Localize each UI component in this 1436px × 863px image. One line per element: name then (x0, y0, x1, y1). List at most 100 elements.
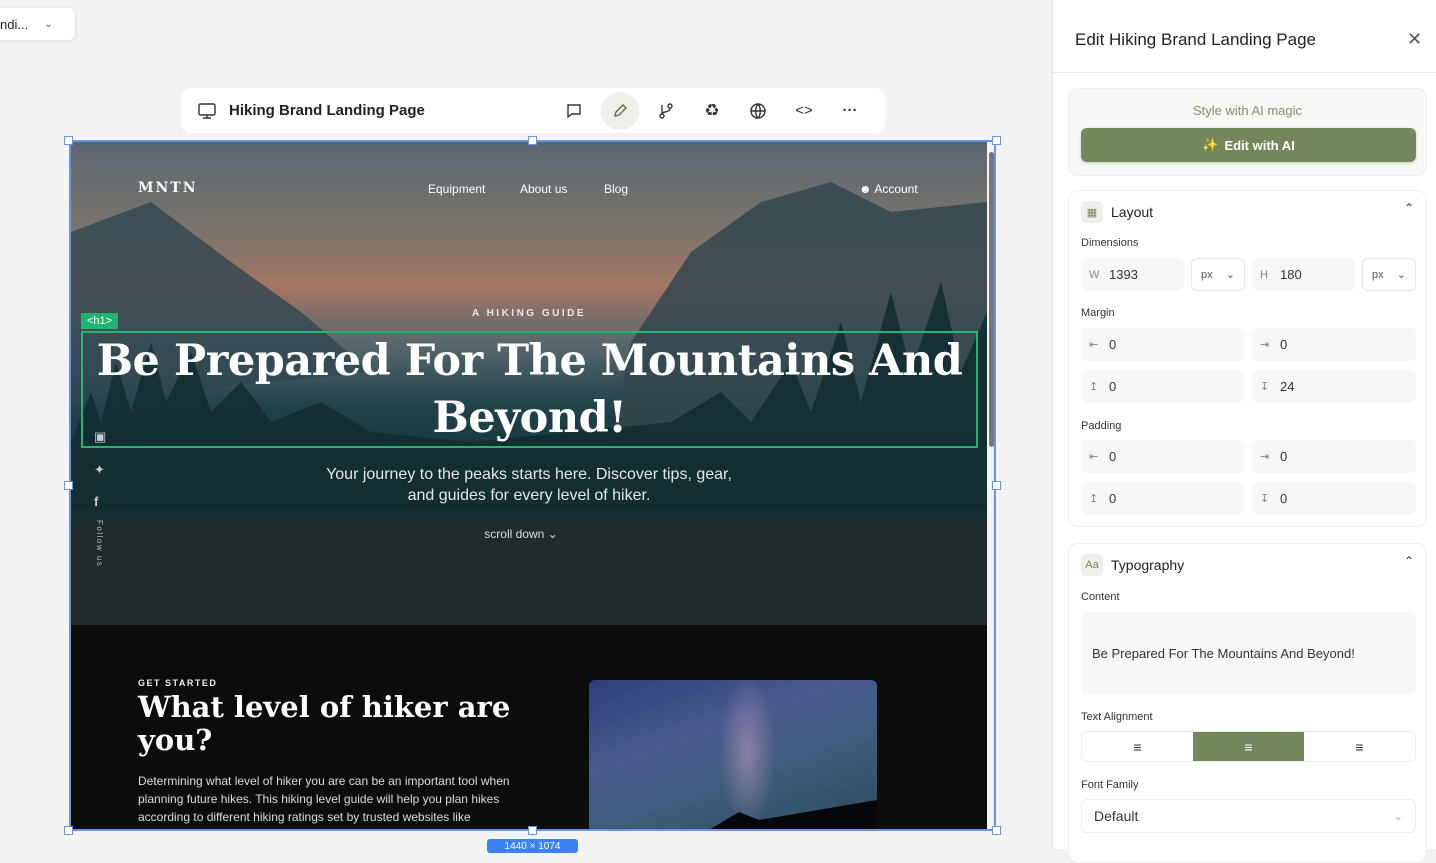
margin-label: Margin (1081, 307, 1115, 319)
page-selector[interactable]: ndi... ⌄ (0, 8, 75, 40)
resize-handle[interactable] (992, 826, 1001, 835)
height-unit: px (1372, 268, 1384, 281)
comment-button[interactable] (555, 92, 593, 130)
margin-left-icon: ⇤ (1089, 339, 1099, 351)
selected-h1-outline[interactable]: Be Prepared For The Mountains And Beyond… (81, 331, 978, 448)
editor-toolbar: Hiking Brand Landing Page ♻ <> ··· (181, 88, 885, 133)
nav-blog[interactable]: Blog (604, 182, 628, 196)
align-right-icon: ≡ (1355, 738, 1364, 755)
margin-bottom-value: 24 (1280, 379, 1295, 394)
layout-title: Layout (1111, 204, 1154, 220)
more-button[interactable]: ··· (831, 92, 869, 130)
margin-right-icon: ⇥ (1260, 339, 1270, 351)
margin-left-value: 0 (1109, 337, 1117, 352)
edit-panel: Edit Hiking Brand Landing Page ✕ Style w… (1052, 0, 1436, 863)
resize-handle[interactable] (992, 136, 1001, 145)
padding-bottom-icon: ↧ (1260, 493, 1270, 505)
align-center-icon: ≡ (1244, 738, 1253, 755)
padding-right-input[interactable]: ⇥ 0 (1252, 440, 1416, 473)
dimensions-label: Dimensions (1081, 237, 1139, 249)
panel-title: Edit Hiking Brand Landing Page (1075, 30, 1316, 49)
hero-subtitle: Your journey to the peaks starts here. D… (326, 466, 732, 504)
align-center-button[interactable]: ≡ (1193, 732, 1304, 761)
font-family-value: Default (1094, 808, 1139, 824)
element-type-tag: <h1> (81, 313, 119, 329)
divider (1053, 72, 1436, 73)
resize-handle[interactable] (64, 481, 73, 490)
chevron-down-icon: ⌄ (1396, 269, 1406, 281)
width-prefix: W (1089, 268, 1100, 281)
margin-bottom-input[interactable]: ↧ 24 (1252, 370, 1416, 403)
padding-top-value: 0 (1109, 491, 1117, 506)
padding-label: Padding (1081, 420, 1122, 432)
scroll-down-label: scroll down (484, 527, 545, 541)
align-left-icon: ≡ (1133, 738, 1142, 755)
text-alignment-label: Text Alignment (1081, 711, 1153, 723)
nav-equipment[interactable]: Equipment (428, 182, 485, 196)
margin-top-input[interactable]: ↥ 0 (1081, 370, 1244, 403)
code-button[interactable]: <> (785, 92, 823, 130)
recycle-button[interactable]: ♻ (693, 92, 731, 130)
ai-style-card: Style with AI magic ✨ Edit with AI (1068, 88, 1427, 176)
resize-handle[interactable] (528, 136, 537, 145)
padding-left-icon: ⇤ (1089, 451, 1099, 463)
chevron-up-icon[interactable]: ⌃ (1404, 554, 1414, 568)
padding-bottom-value: 0 (1280, 491, 1288, 506)
align-right-button[interactable]: ≡ (1304, 732, 1415, 761)
milky-way-image (589, 680, 877, 829)
height-prefix: H (1260, 268, 1268, 281)
padding-top-icon: ↥ (1089, 493, 1099, 505)
padding-bottom-input[interactable]: ↧ 0 (1252, 482, 1416, 515)
canvas-size-badge: 1440 × 1074 (487, 839, 578, 853)
page-canvas[interactable]: MNTN Equipment About us Blog ☻ Account A… (69, 140, 996, 831)
padding-left-input[interactable]: ⇤ 0 (1081, 440, 1244, 473)
width-input[interactable]: W 1393 (1081, 258, 1184, 291)
hero-headline[interactable]: Be Prepared For The Mountains And Beyond… (83, 333, 976, 447)
scroll-down-link[interactable]: scroll down ⌄ (71, 527, 971, 541)
ai-style-label: Style with AI magic (1192, 103, 1303, 118)
font-family-label: Font Family (1081, 779, 1139, 791)
font-family-select[interactable]: Default ⌄ (1081, 799, 1416, 833)
section-kicker: GET STARTED (138, 678, 218, 688)
close-icon[interactable]: ✕ (1407, 29, 1422, 50)
edit-with-ai-button[interactable]: ✨ Edit with AI (1081, 128, 1416, 162)
chevron-down-icon: ⌄ (44, 18, 53, 30)
publish-button[interactable] (739, 92, 777, 130)
content-textarea[interactable]: Be Prepared For The Mountains And Beyond… (1081, 612, 1416, 694)
instagram-icon[interactable]: ▣ (94, 429, 106, 445)
height-value: 180 (1280, 267, 1302, 282)
height-input[interactable]: H 180 (1252, 258, 1355, 291)
hero-kicker: A HIKING GUIDE (471, 308, 587, 319)
padding-top-input[interactable]: ↥ 0 (1081, 482, 1244, 515)
hero-section: MNTN Equipment About us Blog ☻ Account A… (71, 142, 987, 625)
resize-handle[interactable] (64, 136, 73, 145)
site-logo[interactable]: MNTN (138, 180, 198, 196)
resize-handle[interactable] (528, 826, 537, 835)
padding-right-value: 0 (1280, 449, 1288, 464)
nav-about-us[interactable]: About us (520, 182, 567, 196)
resize-handle[interactable] (64, 826, 73, 835)
section-text: Determining what level of hiker you are … (138, 774, 510, 824)
desktop-icon (198, 102, 216, 119)
align-left-button[interactable]: ≡ (1082, 732, 1193, 761)
recycle-icon: ♻ (704, 100, 720, 120)
margin-top-value: 0 (1109, 379, 1117, 394)
nav-account[interactable]: ☻ Account (859, 182, 918, 196)
user-icon: ☻ (859, 182, 872, 196)
toolbar-title: Hiking Brand Landing Page (229, 102, 425, 119)
branch-button[interactable] (647, 92, 685, 130)
chevron-down-icon: ⌄ (547, 527, 558, 541)
section-title: What level of hiker are you? (138, 690, 511, 757)
padding-right-icon: ⇥ (1260, 451, 1270, 463)
width-unit-select[interactable]: px ⌄ (1191, 258, 1245, 291)
chevron-up-icon[interactable]: ⌃ (1404, 201, 1414, 215)
edit-button[interactable] (601, 91, 639, 130)
margin-right-input[interactable]: ⇥ 0 (1252, 328, 1416, 361)
height-unit-select[interactable]: px ⌄ (1362, 258, 1416, 291)
layout-icon: ▦ (1081, 201, 1103, 223)
text-alignment-group: ≡ ≡ ≡ (1081, 731, 1416, 762)
scrollbar-thumb[interactable] (989, 152, 994, 447)
resize-handle[interactable] (992, 481, 1001, 490)
branch-icon (659, 102, 673, 119)
margin-left-input[interactable]: ⇤ 0 (1081, 328, 1244, 361)
